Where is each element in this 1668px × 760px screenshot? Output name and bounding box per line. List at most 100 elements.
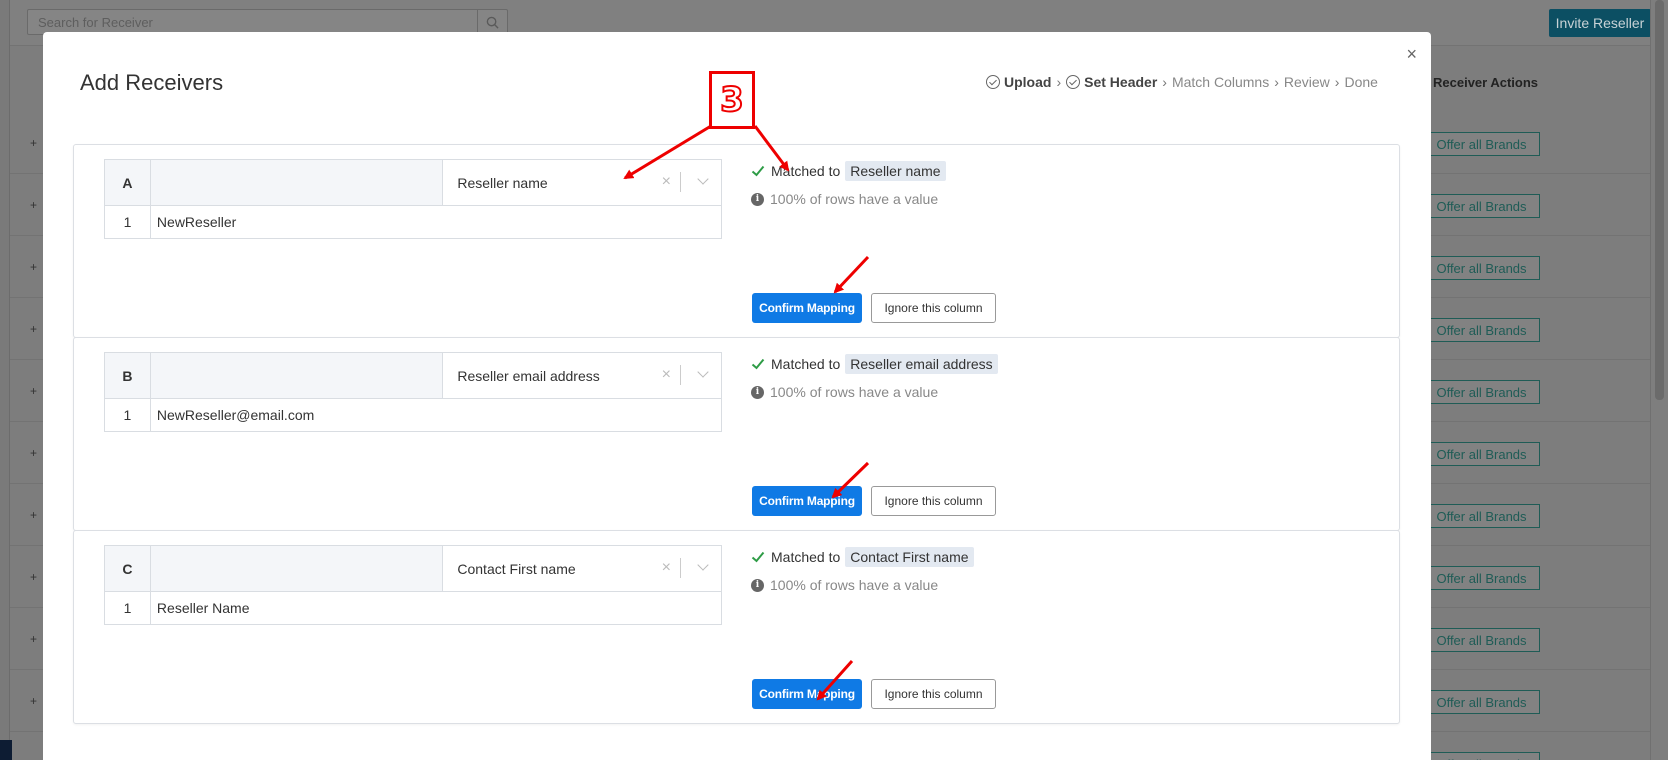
expand-row-icon[interactable]: + [30, 756, 37, 760]
offer-all-brands-button[interactable]: Offer all Brands [1423, 132, 1540, 156]
column-card-a: A Reseller name × 1 NewReseller Matched to Res… [73, 144, 1400, 338]
chevron-right-icon: › [1334, 74, 1340, 90]
selected-field: Contact First name [457, 560, 576, 577]
ignore-column-button[interactable]: Ignore this column [871, 679, 996, 709]
column-preview-table: A Reseller name × 1 NewReseller [104, 159, 723, 239]
offer-all-brands-button[interactable]: Offer all Brands [1423, 256, 1540, 280]
select-divider [680, 558, 681, 578]
column-letter: A [104, 159, 151, 206]
offer-all-brands-button[interactable]: Offer all Brands [1423, 628, 1540, 652]
offer-all-brands-button[interactable]: Offer all Brands [1423, 504, 1540, 528]
column-match-select[interactable]: Contact First name × [442, 545, 722, 592]
clear-icon[interactable]: × [662, 173, 671, 191]
offer-all-brands-button[interactable]: Offer all Brands [1423, 566, 1540, 590]
column-card-c: C Contact First name × 1 Reseller Name Matche… [73, 530, 1400, 724]
step-set-header: Set Header [1066, 74, 1157, 90]
row-number: 1 [104, 591, 151, 625]
row-number: 1 [104, 205, 151, 239]
offer-all-brands-button[interactable]: Offer all Brands [1423, 442, 1540, 466]
offer-all-brands-button[interactable]: Offer all Brands [1423, 318, 1540, 342]
row-value: Reseller Name [149, 591, 723, 625]
step-upload: Upload [986, 74, 1051, 90]
column-preview-table: C Contact First name × 1 Reseller Name [104, 545, 723, 625]
offer-all-brands-button[interactable]: Offer all Brands [1423, 690, 1540, 714]
expand-row-icon[interactable]: + [30, 508, 37, 522]
fill-rate-text: 100% of rows have a value [770, 384, 939, 400]
step-label: Upload [1004, 74, 1052, 90]
ignore-column-button[interactable]: Ignore this column [871, 293, 996, 323]
row-number: 1 [104, 398, 151, 432]
info-icon: i [751, 385, 764, 399]
search-button[interactable] [477, 10, 507, 34]
column-preview-table: B Reseller email address × 1 NewReseller@ema… [104, 352, 723, 432]
clear-icon[interactable]: × [662, 559, 671, 577]
selected-field: Reseller name [457, 174, 548, 191]
matched-prefix: Matched to [771, 356, 841, 372]
row-value: NewReseller@email.com [149, 398, 723, 432]
search-input[interactable] [28, 10, 477, 34]
invite-reseller-button[interactable]: Invite Reseller [1549, 9, 1651, 37]
fill-rate-text: 100% of rows have a value [770, 191, 939, 207]
step-match-columns: Match Columns [1172, 74, 1269, 90]
confirm-mapping-button[interactable]: Confirm Mapping [752, 679, 862, 709]
expand-row-icon[interactable]: + [30, 446, 37, 460]
check-circle-icon [1066, 75, 1081, 89]
chevron-right-icon: › [1162, 74, 1167, 90]
check-icon [751, 358, 765, 370]
matched-field-tag: Reseller email address [845, 354, 998, 374]
step-label: Done [1344, 74, 1378, 90]
matched-field-tag: Contact First name [845, 547, 974, 567]
fill-rate: i 100% of rows have a value [751, 384, 938, 400]
matched-status: Matched to Contact First name [751, 547, 974, 567]
column-card-b: B Reseller email address × 1 NewReseller@ema… [73, 337, 1400, 531]
fill-rate: i 100% of rows have a value [751, 191, 938, 207]
column-header-cell [149, 545, 444, 592]
info-icon: i [751, 578, 764, 592]
scrollbar-thumb[interactable] [1655, 0, 1664, 400]
chevron-right-icon: › [1056, 74, 1062, 90]
page-scrollbar[interactable] [1650, 0, 1668, 760]
matched-status: Matched to Reseller email address [751, 354, 998, 374]
sidebar [0, 0, 10, 760]
fill-rate: i 100% of rows have a value [751, 577, 938, 593]
expand-row-icon[interactable]: + [30, 632, 37, 646]
chevron-down-icon[interactable] [697, 173, 709, 185]
expand-row-icon[interactable]: + [30, 198, 37, 212]
expand-row-icon[interactable]: + [30, 260, 37, 274]
step-label: Review [1283, 74, 1330, 90]
step-done: Done [1344, 74, 1377, 90]
select-divider [680, 365, 681, 385]
step-review: Review [1284, 74, 1330, 90]
expand-row-icon[interactable]: + [30, 136, 37, 150]
column-header-cell [149, 159, 444, 206]
chevron-down-icon[interactable] [697, 366, 709, 378]
modal-title: Add Receivers [80, 70, 224, 95]
confirm-mapping-button[interactable]: Confirm Mapping [752, 486, 862, 516]
chevron-down-icon[interactable] [697, 559, 709, 571]
ignore-column-button[interactable]: Ignore this column [871, 486, 996, 516]
expand-row-icon[interactable]: + [30, 322, 37, 336]
add-receivers-modal: Add Receivers × Upload › Set Header › Match … [43, 32, 1431, 760]
column-match-select[interactable]: Reseller name × [442, 159, 722, 206]
fill-rate-text: 100% of rows have a value [770, 577, 939, 593]
column-match-select[interactable]: Reseller email address × [442, 352, 722, 399]
info-icon: i [751, 192, 764, 206]
close-icon[interactable]: × [1406, 44, 1417, 65]
confirm-mapping-button[interactable]: Confirm Mapping [752, 293, 862, 323]
offer-all-brands-button[interactable]: Offer all Brands [1423, 752, 1540, 760]
clear-icon[interactable]: × [662, 366, 671, 384]
check-circle-icon [986, 75, 1000, 89]
matched-status: Matched to Reseller name [751, 161, 946, 181]
column-letter: C [104, 545, 151, 592]
matched-prefix: Matched to [771, 549, 841, 565]
check-icon [751, 165, 765, 177]
offer-all-brands-button[interactable]: Offer all Brands [1423, 194, 1540, 218]
chevron-right-icon: › [1274, 74, 1279, 90]
offer-all-brands-button[interactable]: Offer all Brands [1423, 380, 1540, 404]
column-letter: B [104, 352, 151, 399]
step-label: Match Columns [1171, 74, 1270, 90]
expand-row-icon[interactable]: + [30, 570, 37, 584]
expand-row-icon[interactable]: + [30, 384, 37, 398]
expand-row-icon[interactable]: + [30, 694, 37, 708]
matched-field-tag: Reseller name [845, 161, 946, 181]
